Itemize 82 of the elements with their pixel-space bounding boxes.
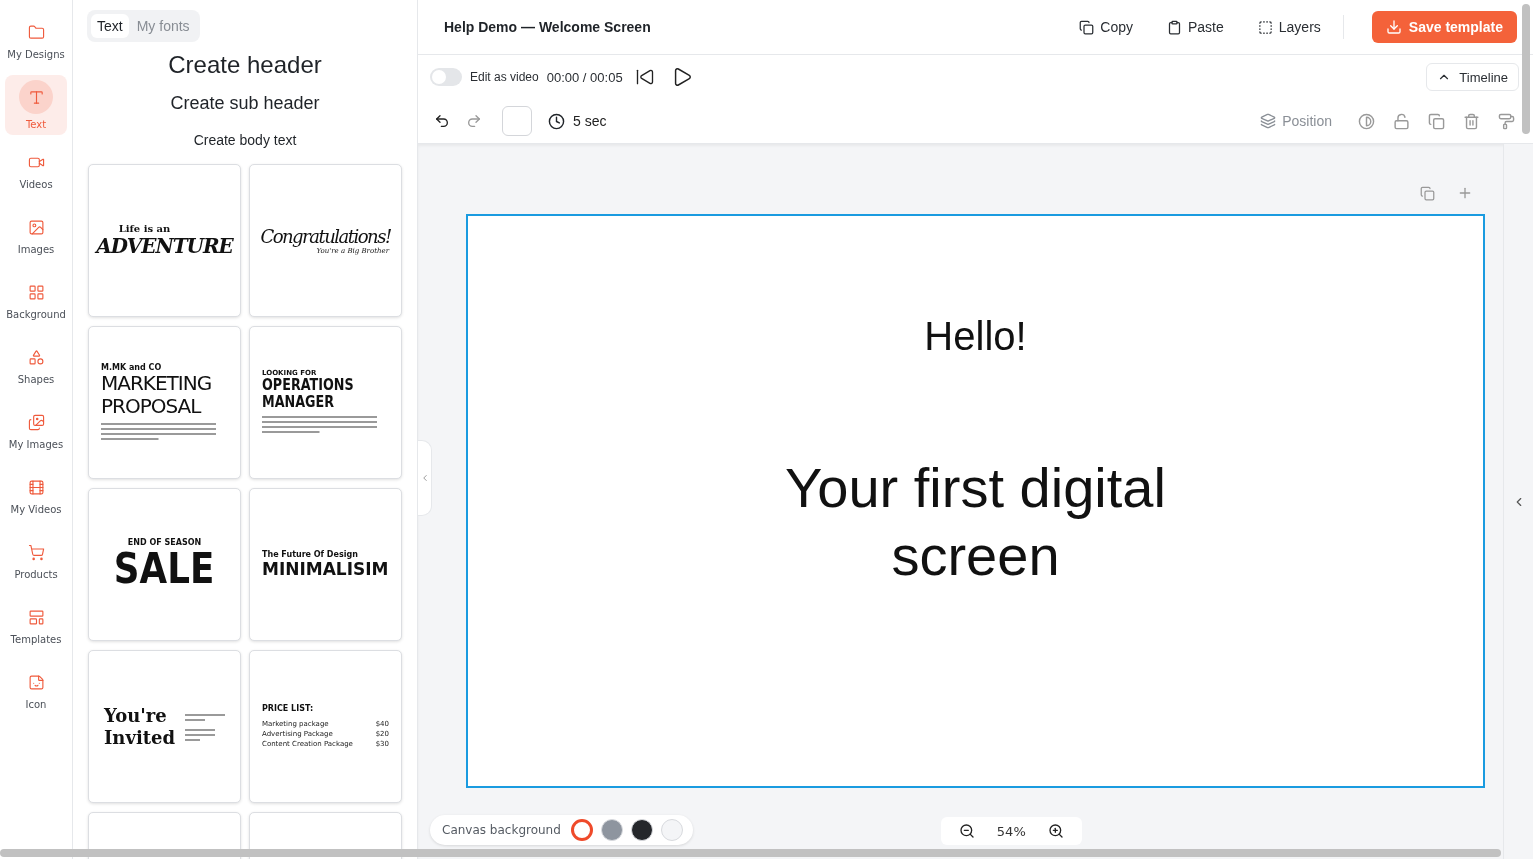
plus-icon — [1457, 185, 1473, 201]
paint-roller-icon — [1498, 112, 1515, 130]
template-text: ADVENTURE — [96, 234, 233, 258]
clock-icon — [548, 112, 565, 130]
design-canvas[interactable]: Hello! Your first digital screen — [466, 214, 1485, 788]
template-card[interactable]: The Future Of Design MINIMALISIM — [249, 488, 402, 641]
timeline-button[interactable]: Timeline — [1426, 63, 1519, 91]
shapes-icon — [27, 348, 45, 366]
template-text: Invited — [103, 726, 176, 749]
zoom-out-icon — [958, 823, 975, 839]
time-readout: 00:00 / 00:05 — [546, 69, 623, 85]
layers-icon — [1260, 113, 1277, 129]
sidebar-item[interactable]: Background — [5, 270, 67, 330]
image-icon — [27, 218, 45, 236]
undo-icon — [434, 113, 450, 129]
copy-icon — [1079, 19, 1095, 35]
text-lines-drawing — [185, 729, 216, 744]
template-card[interactable]: Life is an ADVENTURE — [88, 164, 241, 317]
template-text: SALE — [114, 547, 215, 591]
tab[interactable]: Text — [91, 14, 129, 38]
body-text-option[interactable]: Create body text — [187, 131, 303, 149]
duration-text: 5 sec — [573, 113, 607, 129]
template-text: MINIMALISIM — [262, 559, 389, 579]
sidebar-item[interactable]: Products — [5, 530, 67, 590]
images-icon — [27, 413, 45, 431]
toggle-label: Edit as video — [470, 70, 539, 84]
letter-t-icon — [27, 88, 45, 106]
template-text: OPERATIONS — [262, 377, 354, 394]
color-swatch[interactable] — [570, 819, 593, 841]
zoom-in-icon — [1047, 823, 1064, 839]
grid-icon — [27, 283, 45, 301]
sidebar-item[interactable]: My Designs — [5, 10, 67, 70]
half-circle-icon — [1358, 112, 1375, 130]
text-lines-drawing — [185, 714, 226, 724]
sidebar-item[interactable]: Templates — [5, 595, 67, 655]
sidebar-item[interactable]: Icon — [5, 660, 67, 720]
horizontal-scrollbar[interactable] — [0, 849, 1501, 857]
unlock-icon — [1393, 112, 1410, 130]
template-text: MARKETING — [101, 371, 212, 395]
folder-icon — [27, 23, 45, 41]
redo-icon — [466, 113, 482, 129]
download-icon — [1385, 19, 1402, 35]
template-text: M.MK and CO — [101, 362, 162, 372]
toolbar-button[interactable]: Paste — [1161, 18, 1230, 36]
sub-header-text-option[interactable]: Create sub header — [164, 92, 326, 115]
color-picker[interactable] — [502, 106, 532, 136]
toolbar-button[interactable]: Layers — [1251, 18, 1327, 36]
template-text: Life is an — [118, 223, 171, 234]
zoom-value: 54% — [996, 823, 1026, 839]
sticker-icon — [27, 673, 45, 691]
trash-icon — [1463, 112, 1480, 130]
template-card[interactable]: You're Invited — [88, 650, 241, 803]
layout-icon — [27, 608, 45, 626]
sidebar-item[interactable]: Shapes — [5, 335, 67, 395]
cart-icon — [27, 543, 45, 561]
sidebar-item[interactable]: Images — [5, 205, 67, 265]
vertical-scrollbar[interactable] — [1522, 4, 1530, 134]
header-text-option[interactable]: Create header — [162, 50, 328, 80]
canvas-text[interactable]: Hello! — [924, 314, 1027, 359]
canvas-text[interactable]: Your first digital screen — [755, 454, 1196, 590]
dashed-square-icon — [1257, 19, 1273, 35]
template-text: END OF SEASON — [127, 538, 202, 547]
copy-icon — [1420, 185, 1435, 201]
template-text: PRICE LIST: — [262, 704, 314, 713]
sidebar-item[interactable]: My Images — [5, 400, 67, 460]
template-card[interactable]: END OF SEASON SALE — [88, 488, 241, 641]
canvas-background-label: Canvas background — [442, 823, 561, 837]
design-title: Help Demo — Welcome Screen — [444, 19, 652, 35]
edit-as-video-toggle[interactable] — [430, 68, 462, 86]
copy-icon — [1428, 112, 1445, 130]
template-card[interactable]: M.MK and CO MARKETING PROPOSAL — [88, 326, 241, 479]
template-text: Congratulations! — [260, 226, 391, 247]
sidebar-item[interactable]: My Videos — [5, 465, 67, 525]
template-text: PROPOSAL — [101, 394, 201, 418]
sidebar-item[interactable]: Videos — [5, 140, 67, 200]
film-icon — [27, 478, 45, 496]
template-text: You're — [103, 704, 168, 727]
clipboard-icon — [1167, 19, 1182, 35]
toolbar-button[interactable]: Copy — [1073, 18, 1139, 36]
skip-back-icon — [634, 67, 655, 87]
template-text: The Future Of Design — [262, 550, 358, 559]
template-text: MANAGER — [262, 394, 335, 411]
